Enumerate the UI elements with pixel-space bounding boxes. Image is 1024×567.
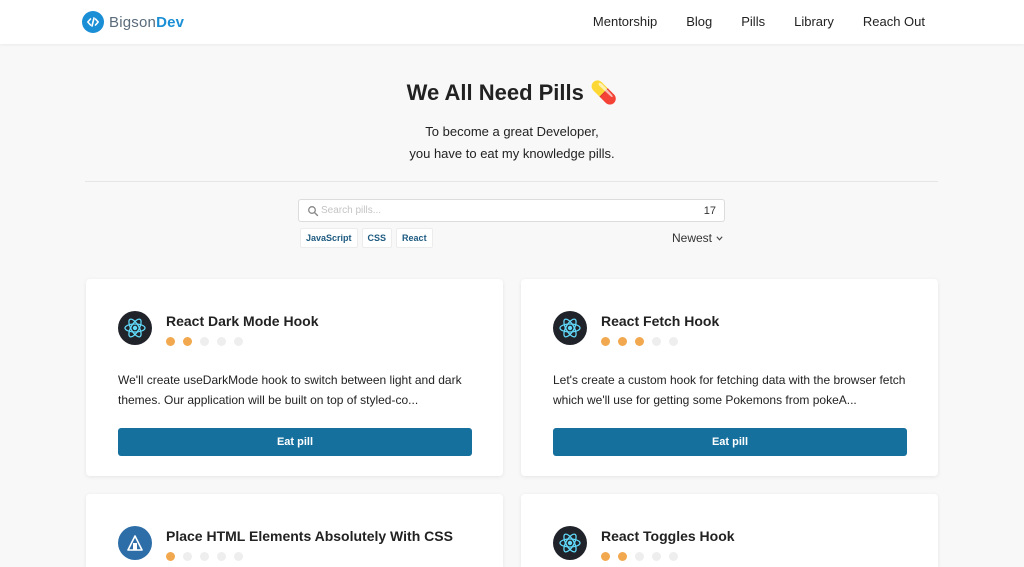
rating-dot	[635, 552, 644, 561]
rating-dot	[183, 337, 192, 346]
pill-card: React Fetch Hook Let's create a custom h…	[521, 279, 938, 476]
search-box[interactable]: 17	[298, 199, 725, 222]
code-logo-icon	[82, 11, 104, 33]
rating-dot	[200, 337, 209, 346]
pill-card: React Toggles Hook	[521, 494, 938, 567]
rating-dot	[635, 337, 644, 346]
page-title: We All Need Pills 💊	[406, 80, 618, 105]
chevron-down-icon	[716, 235, 723, 241]
pill-title: React Dark Mode Hook	[166, 313, 319, 329]
results-count: 17	[703, 205, 716, 217]
top-navbar: BigsonDev Mentorship Blog Pills Library …	[0, 0, 1024, 44]
difficulty-rating	[166, 337, 251, 346]
rating-dot	[234, 552, 243, 561]
eat-pill-button[interactable]: Eat pill	[553, 428, 907, 456]
rating-dot	[217, 337, 226, 346]
nav-link-reach-out[interactable]: Reach Out	[863, 14, 925, 29]
rating-dot	[601, 337, 610, 346]
rating-dot	[234, 337, 243, 346]
subtitle-line-2: you have to eat my knowledge pills.	[409, 146, 615, 161]
tag-css[interactable]: CSS	[361, 228, 393, 248]
nav-link-pills[interactable]: Pills	[741, 14, 765, 29]
difficulty-rating	[166, 552, 251, 561]
pill-title: React Toggles Hook	[601, 528, 735, 544]
difficulty-rating	[601, 337, 686, 346]
rating-dot	[618, 552, 627, 561]
search-icon	[308, 206, 319, 217]
rating-dot	[217, 552, 226, 561]
css-position-icon	[118, 526, 152, 560]
search-input[interactable]	[321, 202, 681, 219]
rating-dot	[200, 552, 209, 561]
sort-label: Newest	[672, 231, 713, 245]
rating-dot	[618, 337, 627, 346]
section-divider	[85, 181, 938, 182]
pill-description: We'll create useDarkMode hook to switch …	[118, 373, 462, 407]
logo-text-part2: Dev	[156, 13, 185, 31]
pill-title: React Fetch Hook	[601, 313, 720, 329]
tag-filters: JavaScript CSS React	[300, 228, 437, 248]
eat-pill-button[interactable]: Eat pill	[118, 428, 472, 456]
react-icon	[553, 526, 587, 560]
rating-dot	[652, 337, 661, 346]
pill-description: Let's create a custom hook for fetching …	[553, 373, 906, 407]
sort-dropdown[interactable]: Newest	[672, 231, 723, 245]
subtitle-line-1: To become a great Developer,	[425, 124, 599, 139]
pill-title: Place HTML Elements Absolutely With CSS	[166, 528, 453, 544]
rating-dot	[652, 552, 661, 561]
pill-card: React Dark Mode Hook We'll create useDar…	[86, 279, 503, 476]
rating-dot	[669, 337, 678, 346]
rating-dot	[166, 337, 175, 346]
tag-javascript[interactable]: JavaScript	[300, 228, 358, 248]
logo-text-part1: Bigson	[109, 13, 157, 31]
nav-link-mentorship[interactable]: Mentorship	[593, 14, 657, 29]
rating-dot	[601, 552, 610, 561]
react-icon	[118, 311, 152, 345]
rating-dot	[183, 552, 192, 561]
nav-links: Mentorship Blog Pills Library Reach Out	[564, 14, 925, 29]
logo-text: BigsonDev	[109, 14, 184, 31]
bigsondev-logo[interactable]: BigsonDev	[82, 11, 184, 33]
react-icon	[553, 311, 587, 345]
rating-dot	[669, 552, 678, 561]
nav-link-library[interactable]: Library	[794, 14, 834, 29]
nav-link-blog[interactable]: Blog	[686, 14, 712, 29]
page-subtitle: To become a great Developer, you have to…	[0, 121, 1024, 165]
difficulty-rating	[601, 552, 686, 561]
rating-dot	[166, 552, 175, 561]
tag-react[interactable]: React	[396, 228, 433, 248]
pill-card: Place HTML Elements Absolutely With CSS	[86, 494, 503, 567]
